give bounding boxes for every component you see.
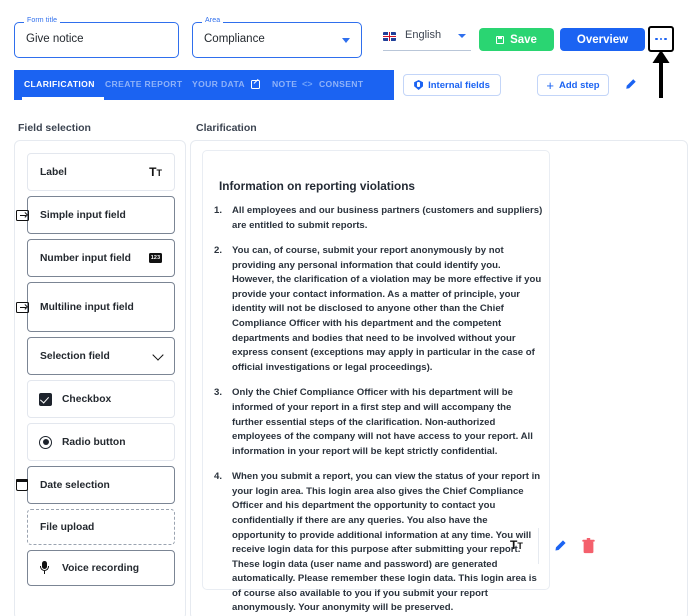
add-step-button[interactable]: + Add step <box>537 74 609 96</box>
field-item-label-text: Number input field <box>40 252 131 264</box>
save-button-label: Save <box>510 33 537 46</box>
form-title-field[interactable]: Form title Give notice <box>14 17 179 58</box>
field-item-label-text: File upload <box>40 521 95 533</box>
overview-button[interactable]: Overview <box>560 28 645 51</box>
save-disk-icon <box>496 35 505 44</box>
code-brackets-icon: <> <box>302 79 313 89</box>
field-item-label-text: Radio button <box>62 436 126 448</box>
shield-icon <box>414 80 424 90</box>
field-item-label-text: Voice recording <box>62 562 140 574</box>
list-item-text: All employees and our business partners … <box>232 205 543 231</box>
internal-fields-button[interactable]: Internal fields <box>403 74 501 96</box>
chevron-down-icon <box>342 38 350 43</box>
language-label: English <box>405 29 442 41</box>
input-field-icon <box>16 209 29 221</box>
input-field-icon <box>16 301 29 313</box>
list-item-text: You can, of course, submit your report a… <box>232 245 542 373</box>
chevron-down-icon <box>458 34 466 38</box>
delete-content-icon[interactable] <box>582 538 595 554</box>
field-item-date[interactable]: Date selection <box>15 466 175 504</box>
checkbox-icon <box>39 392 52 406</box>
field-item-simple-input[interactable]: Simple input field <box>16 196 175 234</box>
field-item-label-text: Date selection <box>40 479 110 491</box>
form-title-value: Give notice <box>26 33 84 45</box>
field-item-checkbox[interactable]: Checkbox <box>27 380 175 418</box>
plus-icon: + <box>546 77 554 93</box>
tab-your-data[interactable]: YOUR DATA <box>192 79 245 89</box>
list-item-text: Only the Chief Compliance Officer with h… <box>232 387 533 457</box>
text-format-icon[interactable]: TT <box>510 538 523 552</box>
more-options-button[interactable] <box>648 26 674 52</box>
field-item-voice-recording[interactable]: Voice recording <box>27 550 175 586</box>
list-item-number: 4. <box>214 471 223 483</box>
form-title-legend: Form title <box>24 17 61 24</box>
content-list: 1. All employees and our business partne… <box>213 204 543 616</box>
field-selection-panel: Label TT Simple input field Number input… <box>14 140 186 616</box>
field-item-multiline-input[interactable]: Multiline input field <box>16 282 175 332</box>
save-button[interactable]: Save <box>479 28 554 51</box>
clarification-panel: Information on reporting violations 1. A… <box>190 140 688 616</box>
step-tab-bar: CLARIFICATION CREATE REPORT YOUR DATA NO… <box>14 70 394 100</box>
field-item-label-text: Selection field <box>40 350 110 362</box>
radio-button-icon <box>39 435 52 449</box>
number-123-icon: 123 <box>149 253 162 263</box>
tab-consent[interactable]: CONSENT <box>319 79 363 89</box>
external-link-icon <box>251 80 260 89</box>
area-value: Compliance <box>204 33 265 45</box>
field-item-label-text: Label <box>40 166 67 178</box>
list-item: 2. You can, of course, submit your repor… <box>213 244 543 375</box>
area-select[interactable]: Area Compliance <box>192 17 362 58</box>
text-format-icon: TT <box>149 165 162 179</box>
actions-divider <box>538 528 539 564</box>
top-toolbar: Form title Give notice Area Compliance E… <box>0 0 688 66</box>
field-item-selection[interactable]: Selection field <box>27 337 175 375</box>
tab-create-report[interactable]: CREATE REPORT <box>105 79 182 89</box>
internal-fields-label: Internal fields <box>428 79 490 91</box>
edit-step-icon[interactable] <box>624 78 637 91</box>
field-item-label-text: Simple input field <box>40 209 126 221</box>
overview-button-label: Overview <box>576 33 629 46</box>
list-item: 3. Only the Chief Compliance Officer wit… <box>213 386 543 459</box>
dot-icon <box>664 37 667 41</box>
content-heading: Information on reporting violations <box>219 179 415 193</box>
calendar-icon <box>15 478 28 491</box>
dot-icon <box>655 37 658 41</box>
field-item-file-upload[interactable]: File upload <box>27 509 175 545</box>
field-item-label-text: Multiline input field <box>40 301 134 313</box>
list-item-number: 1. <box>214 205 223 216</box>
tab-note[interactable]: NOTE <box>272 79 297 89</box>
clarification-title: Clarification <box>196 122 257 134</box>
area-legend: Area <box>202 17 224 24</box>
list-item: 4. When you submit a report, you can vie… <box>213 470 543 616</box>
list-item-number: 3. <box>214 387 223 399</box>
microphone-icon <box>39 561 50 575</box>
uk-flag-icon <box>383 32 396 41</box>
content-card[interactable]: Information on reporting violations 1. A… <box>202 150 550 613</box>
dot-icon <box>659 37 663 41</box>
tab-clarification[interactable]: CLARIFICATION <box>24 79 95 89</box>
active-tab-indicator <box>22 97 104 100</box>
field-selection-title: Field selection <box>18 122 91 134</box>
add-step-label: Add step <box>558 79 600 91</box>
field-item-number-input[interactable]: Number input field 123 <box>27 239 175 277</box>
list-item-text: When you submit a report, you can view t… <box>232 471 541 614</box>
edit-content-icon[interactable] <box>553 539 567 553</box>
field-item-radio[interactable]: Radio button <box>27 423 175 461</box>
chevron-down-icon <box>152 348 164 361</box>
field-item-label[interactable]: Label TT <box>27 153 175 191</box>
language-select[interactable]: English <box>383 27 471 51</box>
field-item-label-text: Checkbox <box>62 393 112 405</box>
list-item: 1. All employees and our business partne… <box>213 204 543 233</box>
list-item-number: 2. <box>214 245 223 257</box>
